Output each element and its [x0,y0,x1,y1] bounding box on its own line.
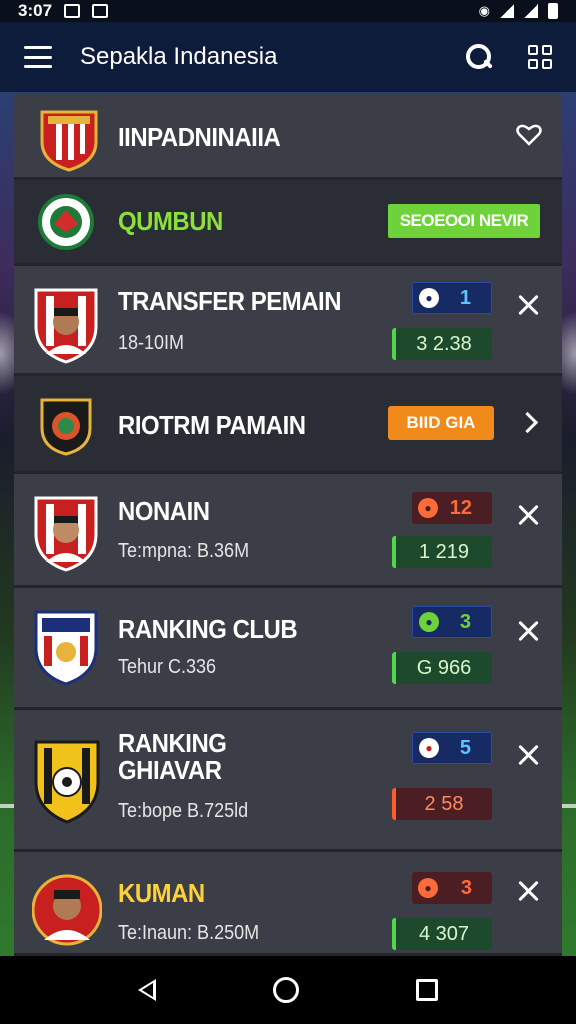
medal-icon: ● [418,878,438,898]
promo-button[interactable]: SEOEOOI NEVIR [388,204,540,238]
heart-icon[interactable] [516,124,542,146]
club-crest-icon [38,392,94,456]
close-icon[interactable] [514,876,544,906]
item-title: RANKING GHIAVAR [118,728,227,785]
club-crest-icon [38,106,100,172]
list-item[interactable]: NONAIN Te:mpna: B.36M ● 12 1 219 [14,474,562,588]
status-time: 3:07 [18,1,53,20]
notification-icon [64,4,81,18]
battery-icon [548,3,558,19]
item-subtitle: Tehur C.336 [118,656,217,678]
item-subtitle: Te:mpna: B.36M [118,540,250,562]
wifi-icon: ◉ [478,3,490,18]
back-icon[interactable] [138,979,157,1001]
grid-scan-icon[interactable] [528,45,552,69]
chevron-right-icon[interactable] [520,412,538,434]
list-item[interactable]: KUMAN Te:Inaun: B.250M ● 3 4 307 [14,852,562,956]
recent-apps-icon[interactable] [415,979,438,1001]
signal-icon [524,4,538,18]
item-title: RANKING CLUB [118,614,298,644]
home-icon[interactable] [272,977,299,1003]
club-crest-icon [32,734,102,824]
rank-badge: ● 3 [412,872,492,904]
app-title: Sepakla Indanesia [80,43,278,70]
item-title: RIOTRM PAMAIN [118,410,306,440]
promo-card[interactable]: QUMBUN SEOEOOI NEVIR [14,180,562,266]
rank-badge: ● 5 [412,732,492,764]
player-avatar [32,490,100,572]
header-title: IINPADNINAIIA [118,122,281,152]
medal-icon: ● [419,288,439,308]
medal-icon: ● [419,612,439,632]
close-icon[interactable] [514,740,544,770]
item-title: TRANSFER PEMAIN [118,286,342,316]
stat-pill: 2 58 [392,788,492,820]
club-crest-icon [38,192,94,252]
search-icon[interactable] [464,42,494,72]
list-item[interactable]: RANKING GHIAVAR Te:bope B.725ld ● 5 2 58 [14,710,562,852]
stat-pill: G 966 [392,652,492,684]
item-subtitle: 18-10IM [118,332,185,354]
signal-icon [500,4,514,18]
item-subtitle: Te:Inaun: B.250M [118,922,260,944]
app-bar: Sepakla Indanesia [0,22,576,92]
item-title: KUMAN [118,878,205,908]
player-avatar [32,282,100,364]
promo-title: QUMBUN [118,206,223,236]
player-avatar [32,870,102,952]
list-header[interactable]: IINPADNINAIIA [14,94,562,180]
stat-pill: 3 2.38 [392,328,492,360]
rank-badge: ● 12 [412,492,492,524]
list-item[interactable]: RANKING CLUB Tehur C.336 ● 3 G 966 [14,588,562,710]
rank-badge: ● 3 [412,606,492,638]
item-button[interactable]: BIID GIA [388,406,494,440]
close-icon[interactable] [514,290,544,320]
list-item[interactable]: RIOTRM PAMAIN BIID GIA [14,376,562,474]
system-nav-bar [0,956,576,1024]
list-item[interactable]: TRANSFER PEMAIN 18-10IM ● 1 3 2.38 [14,266,562,376]
medal-icon: ● [418,498,438,518]
item-subtitle: Te:bope B.725ld [118,800,249,822]
stat-pill: 4 307 [392,918,492,950]
status-bar: 3:07 ◉ [0,0,576,22]
rank-badge: ● 1 [412,282,492,314]
hamburger-menu-icon[interactable] [24,46,52,68]
close-icon[interactable] [514,500,544,530]
image-icon [92,4,109,18]
club-crest-icon [32,604,100,686]
item-title: NONAIN [118,496,210,526]
medal-icon: ● [419,738,439,758]
close-icon[interactable] [514,616,544,646]
stat-pill: 1 219 [392,536,492,568]
